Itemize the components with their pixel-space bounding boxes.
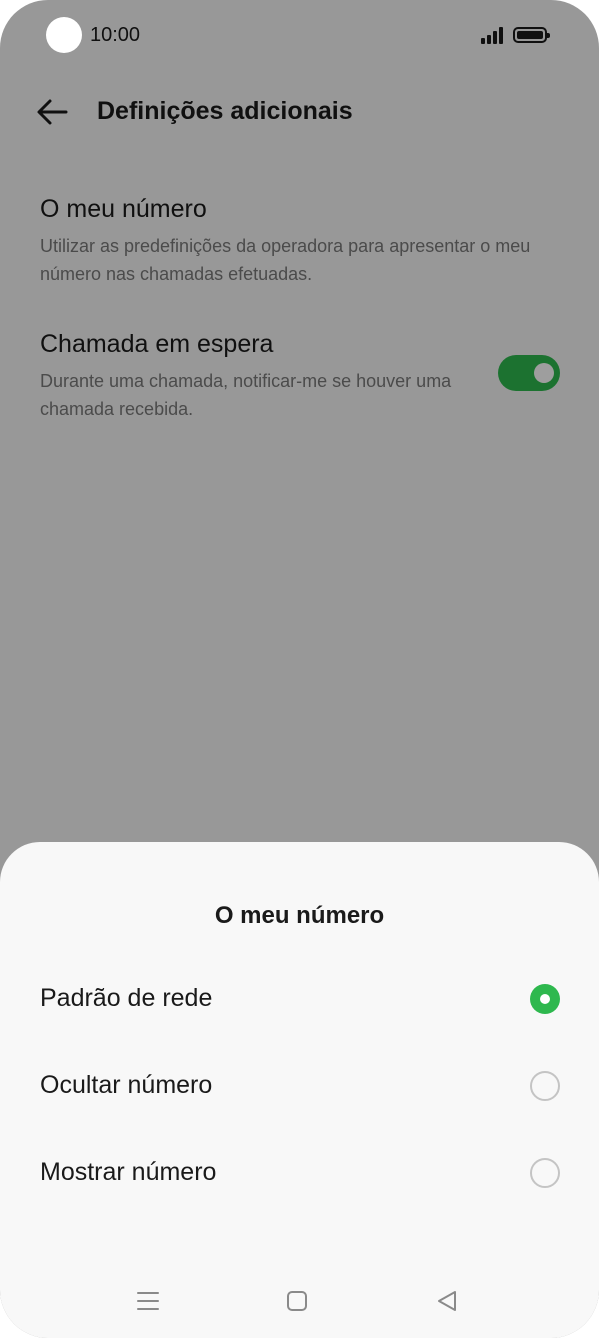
menu-icon	[137, 1292, 159, 1310]
radio-selected-icon[interactable]	[530, 984, 560, 1014]
option-label: Padrão de rede	[40, 984, 213, 1012]
sheet-title: O meu número	[214, 902, 385, 929]
option-label: Ocultar número	[40, 1071, 213, 1099]
bottom-sheet: O meu número Padrão de rede Ocultar núme…	[0, 842, 599, 1338]
option-show-number[interactable]: Mostrar número	[0, 1132, 599, 1212]
home-button[interactable]	[282, 1286, 312, 1316]
menu-button[interactable]	[133, 1286, 163, 1316]
option-label: Mostrar número	[40, 1158, 217, 1186]
nav-back-button[interactable]	[432, 1286, 462, 1316]
front-camera	[46, 17, 82, 53]
home-icon	[287, 1291, 307, 1311]
option-hide-number[interactable]: Ocultar número	[0, 1045, 599, 1125]
phone-screen: 10:00 Definições adicionais O meu número…	[0, 0, 599, 1338]
radio-unselected-icon[interactable]	[530, 1158, 560, 1188]
option-network-default[interactable]: Padrão de rede	[0, 958, 599, 1038]
back-triangle-icon	[438, 1291, 456, 1311]
radio-unselected-icon[interactable]	[530, 1071, 560, 1101]
navigation-bar	[0, 1272, 599, 1332]
